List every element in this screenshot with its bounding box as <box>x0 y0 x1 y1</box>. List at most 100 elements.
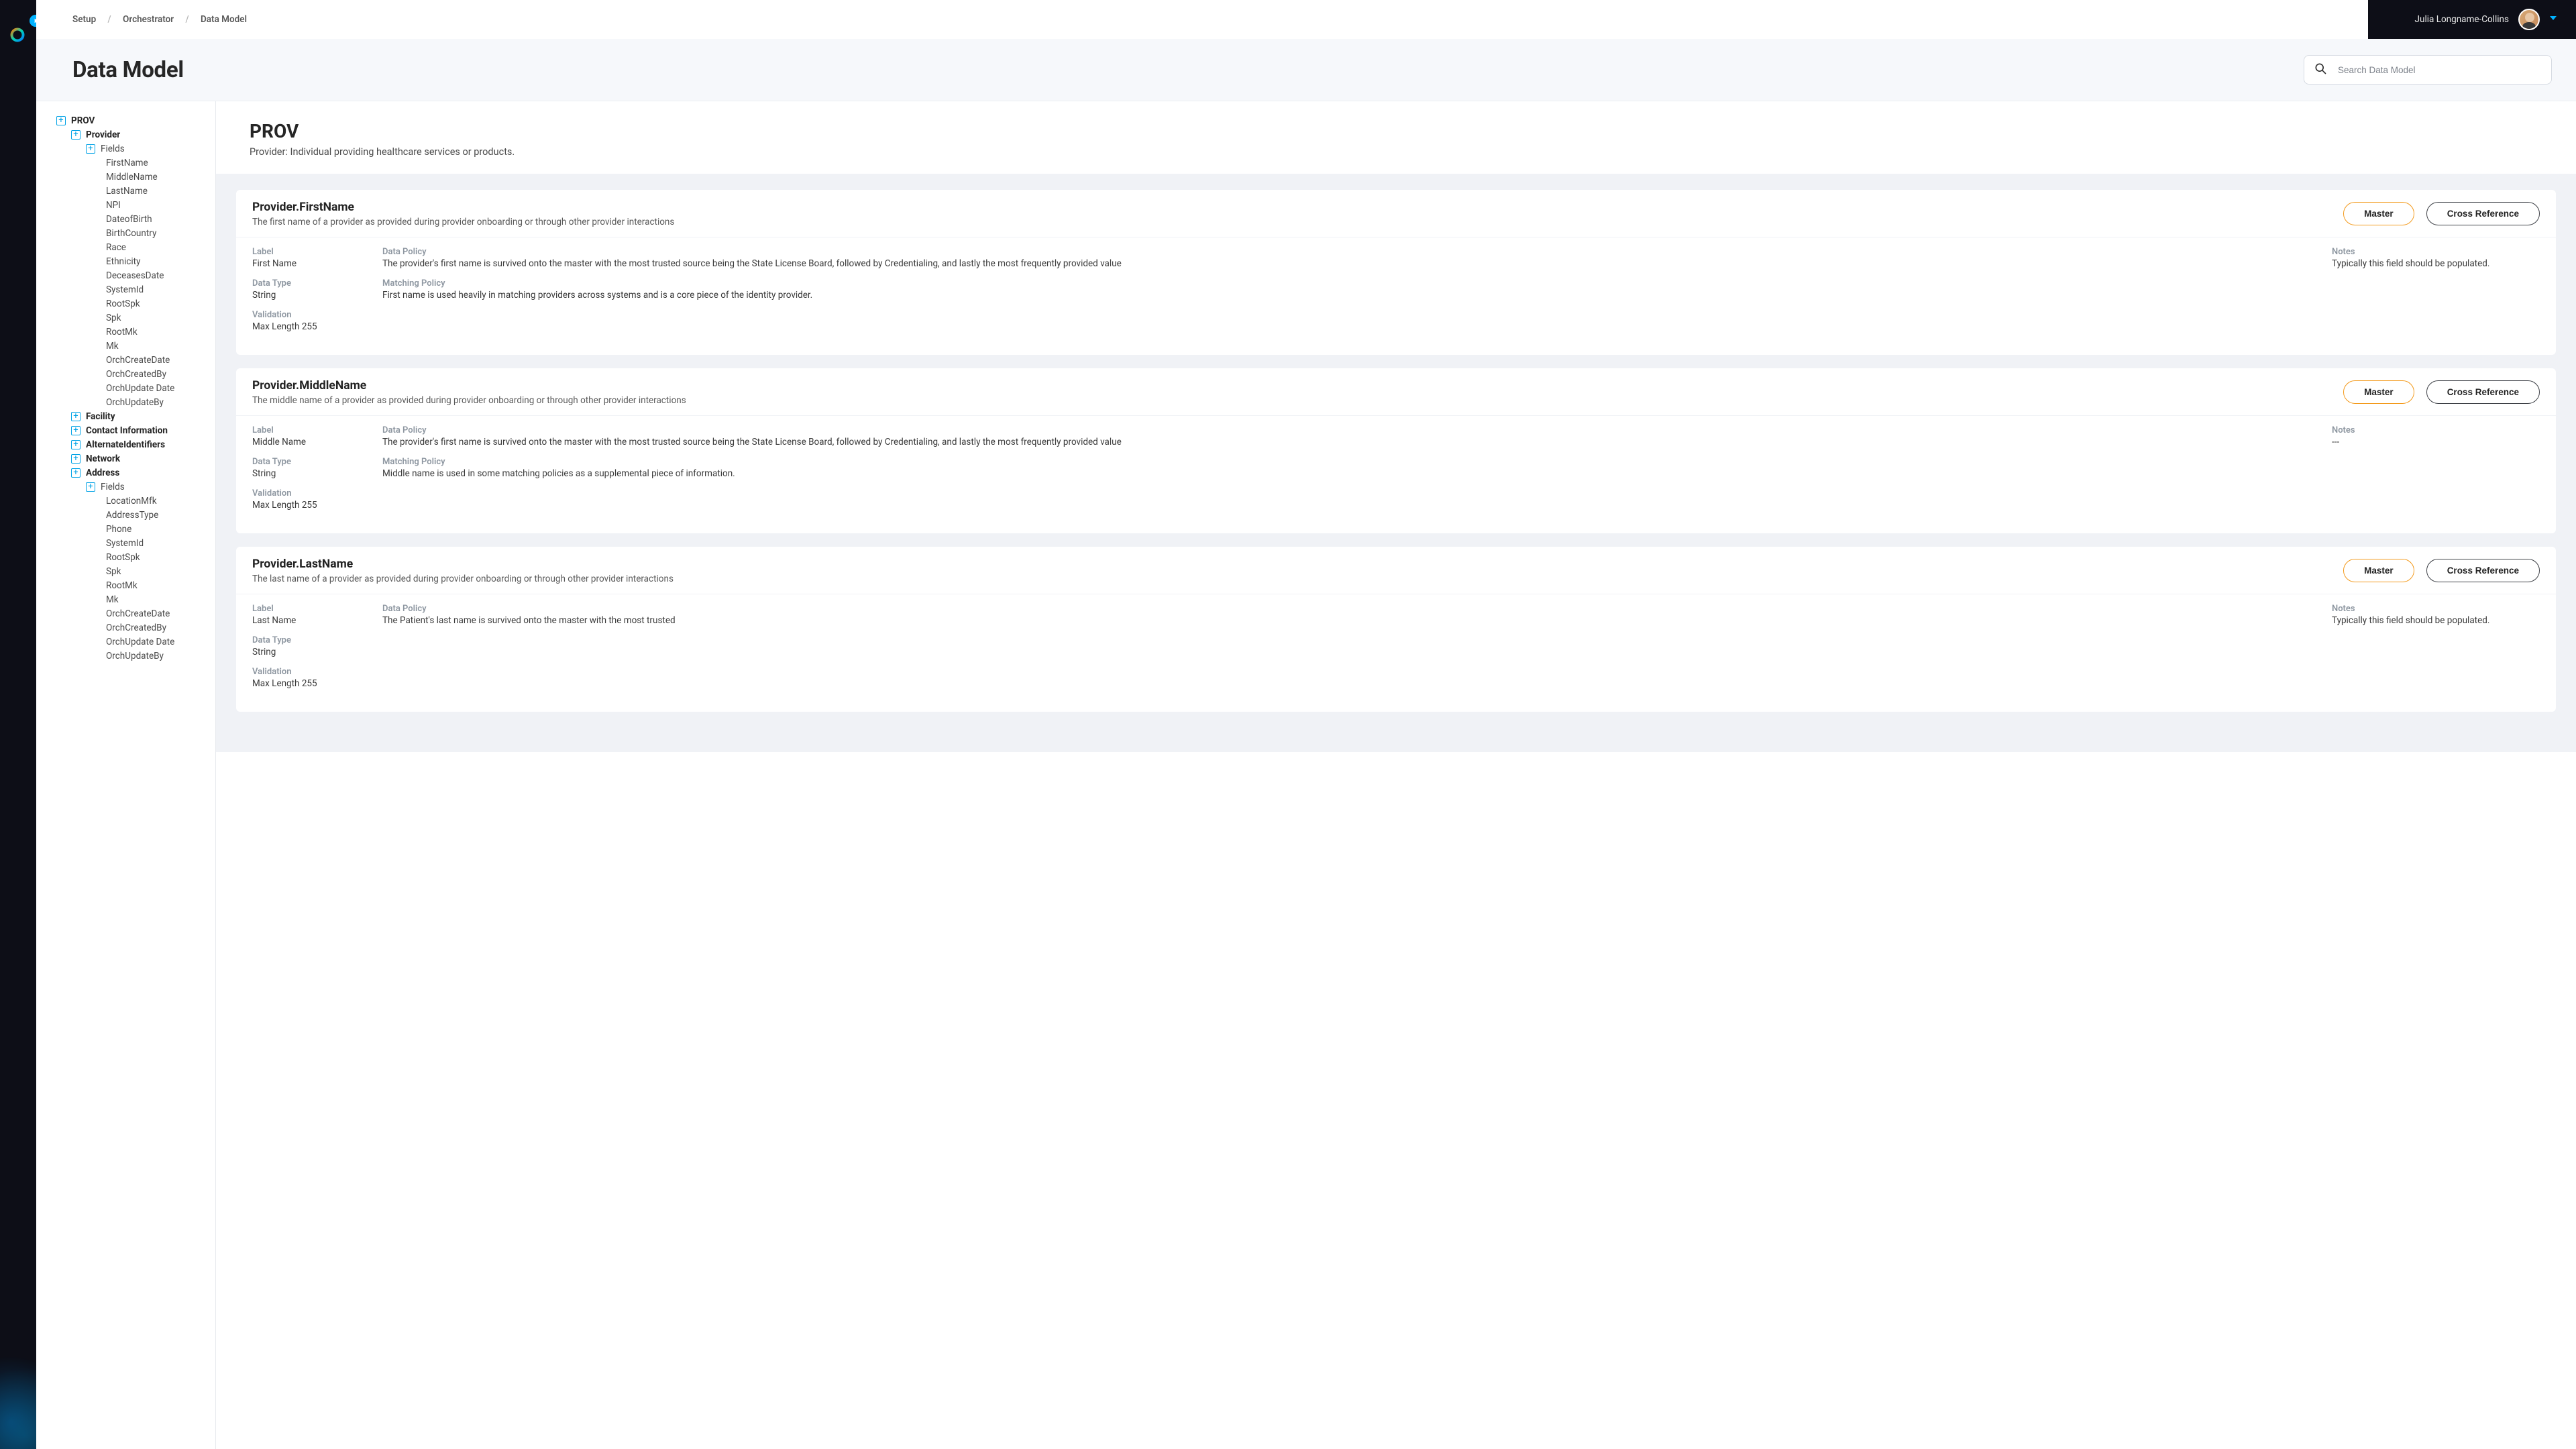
breadcrumb-datamodel[interactable]: Data Model <box>201 14 247 25</box>
tree-leaf[interactable]: OrchUpdateBy <box>36 649 215 663</box>
tree-leaf[interactable]: LocationMfk <box>36 494 215 508</box>
master-button[interactable]: Master <box>2343 202 2414 225</box>
tree-leaf[interactable]: FirstName <box>36 156 215 170</box>
matchingpolicy-heading: Matching Policy <box>382 278 2316 288</box>
tree-leaf-label: Spk <box>106 566 121 577</box>
tree-leaf-label: LocationMfk <box>106 496 157 506</box>
notes-heading: Notes <box>2332 425 2540 435</box>
expand-icon[interactable]: + <box>86 482 95 492</box>
expand-icon[interactable]: + <box>86 144 95 154</box>
label-value: First Name <box>252 258 366 269</box>
expand-icon[interactable]: + <box>56 116 66 125</box>
attribute-subtitle: The middle name of a provider as provide… <box>252 395 686 406</box>
tree-leaf[interactable]: RootMk <box>36 578 215 592</box>
tree-leaf[interactable]: OrchCreateDate <box>36 606 215 621</box>
tree-leaf[interactable]: DateofBirth <box>36 212 215 226</box>
tree-leaf[interactable]: BirthCountry <box>36 226 215 240</box>
tree-leaf[interactable]: RootMk <box>36 325 215 339</box>
tree-node-alternate-identifiers[interactable]: + AlternateIdentifiers <box>36 437 215 451</box>
search-field[interactable] <box>2304 55 2552 85</box>
tree-leaf[interactable]: RootSpk <box>36 297 215 311</box>
datatype-heading: Data Type <box>252 635 366 645</box>
expand-icon[interactable]: + <box>71 426 80 435</box>
expand-icon[interactable]: + <box>71 468 80 478</box>
tree-leaf-label: OrchCreateDate <box>106 355 170 366</box>
main-content[interactable]: PROV Provider: Individual providing heal… <box>216 101 2576 1449</box>
nav-rail <box>0 0 36 1449</box>
brand-logo-icon[interactable] <box>9 27 25 43</box>
cross-reference-button[interactable]: Cross Reference <box>2426 380 2540 404</box>
tree-leaf[interactable]: OrchUpdateBy <box>36 395 215 409</box>
tree-node-provider[interactable]: + Provider <box>36 127 215 142</box>
tree-leaf[interactable]: OrchUpdate Date <box>36 381 215 395</box>
tree-leaf[interactable]: MiddleName <box>36 170 215 184</box>
datapolicy-value: The Patient's last name is survived onto… <box>382 615 2316 626</box>
datatype-value: String <box>252 290 366 301</box>
expand-icon[interactable]: + <box>71 130 80 140</box>
breadcrumb-setup[interactable]: Setup <box>72 14 96 25</box>
validation-heading: Validation <box>252 310 366 320</box>
tree-leaf[interactable]: Spk <box>36 564 215 578</box>
user-menu-caret-icon[interactable] <box>2549 14 2557 25</box>
tree-leaf[interactable]: AddressType <box>36 508 215 522</box>
datatype-value: String <box>252 647 366 657</box>
tree-leaf[interactable]: Mk <box>36 592 215 606</box>
tree-node-address-fields[interactable]: + Fields <box>36 480 215 494</box>
validation-heading: Validation <box>252 667 366 677</box>
label-value: Last Name <box>252 615 366 626</box>
tree-leaf[interactable]: DeceasesDate <box>36 268 215 282</box>
tree-node-address[interactable]: + Address <box>36 466 215 480</box>
tree-leaf[interactable]: OrchUpdate Date <box>36 635 215 649</box>
tree-leaf[interactable]: LastName <box>36 184 215 198</box>
avatar[interactable] <box>2518 9 2540 30</box>
attribute-cards: Provider.FirstName The first name of a p… <box>216 174 2576 752</box>
expand-icon[interactable]: + <box>71 440 80 449</box>
datapolicy-value: The provider's first name is survived on… <box>382 437 2316 447</box>
expand-icon[interactable]: + <box>71 454 80 464</box>
tree-node-provider-fields[interactable]: + Fields <box>36 142 215 156</box>
tree-leaf-label: Ethnicity <box>106 256 140 267</box>
search-input[interactable] <box>2338 65 2542 75</box>
tree-leaf-label: NPI <box>106 200 121 211</box>
breadcrumb-orchestrator[interactable]: Orchestrator <box>123 14 174 25</box>
attribute-card: Provider.MiddleName The middle name of a… <box>236 368 2556 533</box>
tree-leaf-label: FirstName <box>106 158 148 168</box>
tree-leaf-label: Race <box>106 242 126 253</box>
tree-leaf-label: OrchUpdate Date <box>106 637 174 647</box>
tree-leaf[interactable]: OrchCreatedBy <box>36 621 215 635</box>
tree-leaf[interactable]: Race <box>36 240 215 254</box>
tree-leaf[interactable]: Spk <box>36 311 215 325</box>
notes-value: Typically this field should be populated… <box>2332 258 2540 269</box>
tree-leaf[interactable]: SystemId <box>36 282 215 297</box>
play-icon[interactable] <box>30 15 36 27</box>
tree-leaf-label: RootSpk <box>106 299 140 309</box>
cross-reference-button[interactable]: Cross Reference <box>2426 202 2540 225</box>
tree-leaf[interactable]: OrchCreatedBy <box>36 367 215 381</box>
cross-reference-button[interactable]: Cross Reference <box>2426 559 2540 582</box>
datatype-heading: Data Type <box>252 278 366 288</box>
tree-node-contact-information[interactable]: + Contact Information <box>36 423 215 437</box>
label-heading: Label <box>252 247 366 257</box>
tree-leaf[interactable]: Phone <box>36 522 215 536</box>
tree-node-prov[interactable]: + PROV <box>36 113 215 127</box>
tree-node-facility[interactable]: + Facility <box>36 409 215 423</box>
master-button[interactable]: Master <box>2343 559 2414 582</box>
tree-node-network[interactable]: + Network <box>36 451 215 466</box>
tree-leaf[interactable]: OrchCreateDate <box>36 353 215 367</box>
master-button[interactable]: Master <box>2343 380 2414 404</box>
tree-leaf[interactable]: Mk <box>36 339 215 353</box>
validation-heading: Validation <box>252 488 366 498</box>
search-icon <box>2314 62 2327 78</box>
tree-leaf[interactable]: RootSpk <box>36 550 215 564</box>
expand-icon[interactable]: + <box>71 412 80 421</box>
attribute-subtitle: The last name of a provider as provided … <box>252 574 674 584</box>
decorative-network-graphic <box>0 1315 36 1449</box>
entity-header: PROV Provider: Individual providing heal… <box>216 101 2576 174</box>
tree-leaf[interactable]: NPI <box>36 198 215 212</box>
tree-leaf[interactable]: SystemId <box>36 536 215 550</box>
tree-pane[interactable]: + PROV + Provider + Fields FirstName Midd… <box>36 101 216 1449</box>
tree-leaf-label: OrchUpdateBy <box>106 651 164 661</box>
tree-leaf[interactable]: Ethnicity <box>36 254 215 268</box>
tree-leaf-label: OrchCreatedBy <box>106 623 166 633</box>
notes-heading: Notes <box>2332 604 2540 614</box>
